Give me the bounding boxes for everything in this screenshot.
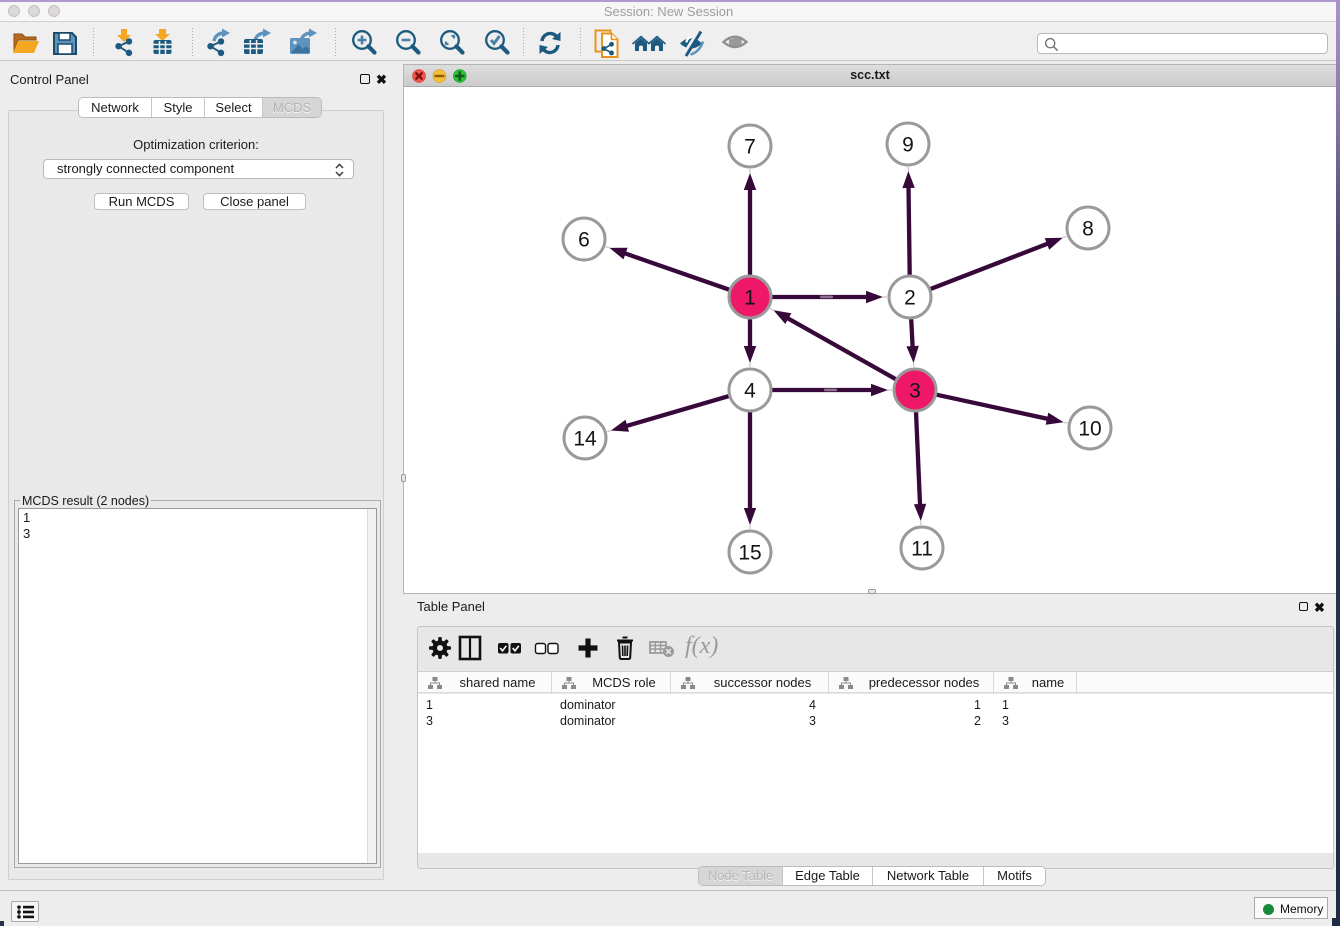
svg-text:1: 1 (744, 287, 756, 310)
svg-text:7: 7 (744, 136, 756, 159)
svg-text:2: 2 (904, 287, 916, 310)
svg-text:8: 8 (1082, 218, 1094, 241)
svg-text:11: 11 (911, 538, 933, 561)
svg-text:4: 4 (744, 380, 756, 403)
svg-text:9: 9 (902, 134, 914, 157)
svg-text:6: 6 (578, 229, 590, 252)
svg-text:10: 10 (1078, 418, 1101, 441)
svg-text:14: 14 (573, 428, 597, 451)
svg-text:15: 15 (738, 542, 761, 565)
svg-text:3: 3 (909, 380, 921, 403)
